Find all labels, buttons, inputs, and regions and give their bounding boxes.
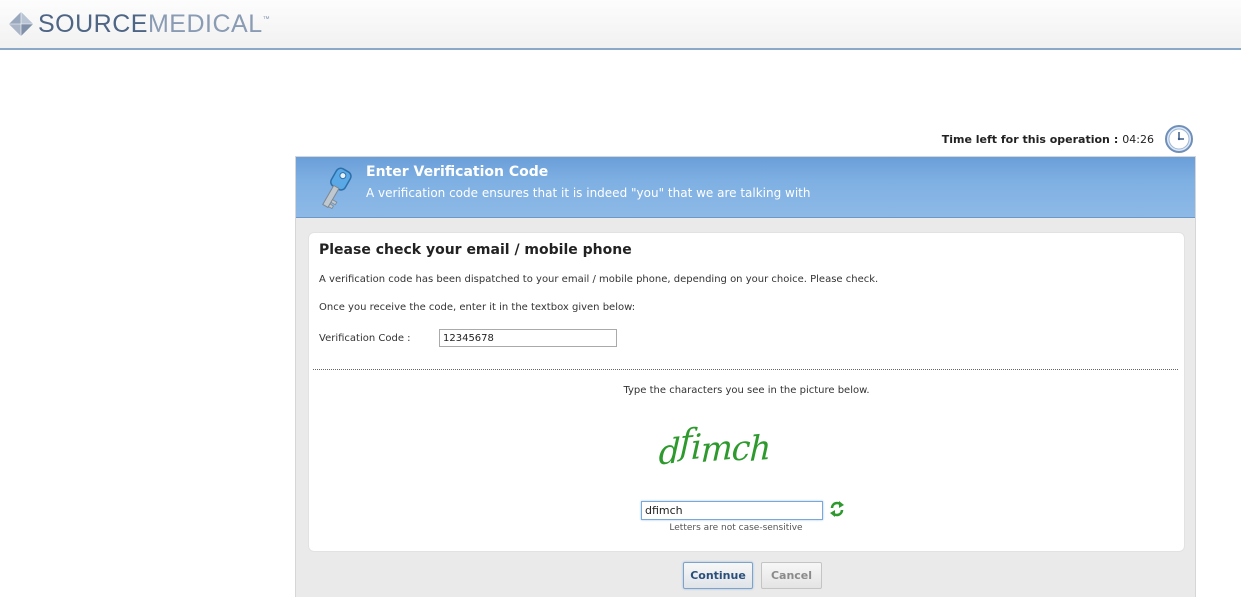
section-divider: [313, 369, 1178, 370]
panel-subtitle: A verification code ensures that it is i…: [366, 186, 811, 200]
section-title: Please check your email / mobile phone: [319, 242, 632, 258]
verification-code-input[interactable]: [439, 329, 617, 347]
captcha-glyph: h: [749, 428, 771, 470]
panel-title: Enter Verification Code: [366, 164, 549, 180]
refresh-icon[interactable]: [829, 500, 845, 518]
key-icon: [322, 167, 352, 210]
verification-panel: Enter Verification Code A verification c…: [295, 156, 1196, 597]
timer-separator: :: [1113, 132, 1119, 146]
top-header-bar: SOURCEMEDICAL™: [0, 0, 1241, 50]
sourcemedical-logo[interactable]: SOURCEMEDICAL™: [8, 10, 270, 38]
logo-text-medical: MEDICAL: [147, 10, 263, 38]
diamond-logo-icon: [9, 12, 33, 36]
instruction-message: Once you receive the code, enter it in t…: [319, 302, 636, 313]
timer-label: Time left for this operation: [941, 132, 1110, 146]
logo-text: SOURCEMEDICAL™: [38, 10, 270, 38]
verification-form: Please check your email / mobile phone A…: [308, 232, 1185, 552]
timer-value: 04:26: [1122, 132, 1154, 146]
clock-icon: [1165, 125, 1193, 153]
dispatch-message: A verification code has been dispatched …: [319, 274, 879, 285]
captcha-image-text: dfimch: [658, 414, 772, 475]
cancel-button[interactable]: Cancel: [761, 562, 822, 589]
panel-header: Enter Verification Code A verification c…: [296, 157, 1195, 218]
captcha-hint: Letters are not case-sensitive: [669, 523, 803, 533]
logo-text-source: SOURCE: [38, 10, 148, 38]
captcha-glyph: d: [658, 431, 680, 473]
captcha-image: dfimch: [658, 414, 772, 475]
captcha-instruction: Type the characters you see in the pictu…: [623, 385, 870, 396]
continue-button[interactable]: Continue: [683, 562, 753, 589]
timer-display: Time left for this operation : 04:26: [930, 122, 1194, 156]
verification-code-label: Verification Code :: [319, 333, 411, 344]
captcha-input[interactable]: [641, 501, 823, 520]
logo-trademark: ™: [262, 16, 271, 23]
captcha-glyph: m: [700, 428, 732, 471]
